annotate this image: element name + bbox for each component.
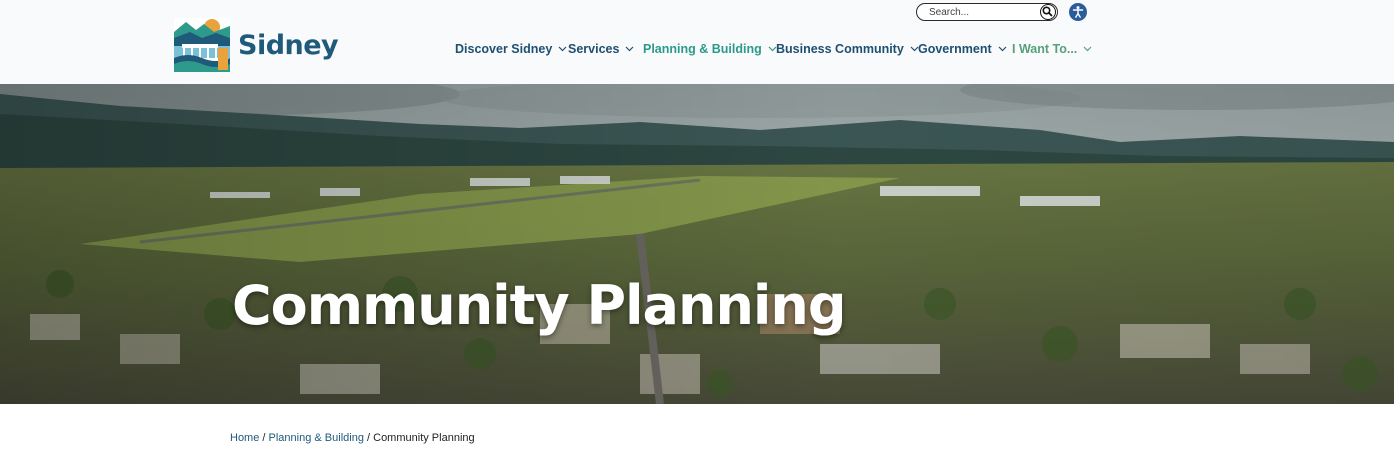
search-input[interactable] xyxy=(929,5,1029,19)
search-box xyxy=(916,3,1058,21)
breadcrumb-current: Community Planning xyxy=(373,432,475,444)
breadcrumb-separator: / xyxy=(367,432,371,444)
nav-item-i-want-to[interactable]: I Want To... xyxy=(1012,42,1092,56)
accessibility-icon xyxy=(1072,6,1084,18)
breadcrumb-separator: / xyxy=(262,432,266,444)
chevron-down-icon xyxy=(626,46,634,52)
site-header: Sidney Discover Sidney Services Planning… xyxy=(0,0,1394,84)
nav-item-label: Government xyxy=(918,42,992,56)
search-icon xyxy=(1042,6,1053,17)
nav-item-planning-building[interactable]: Planning & Building xyxy=(643,42,777,56)
nav-item-label: Planning & Building xyxy=(643,42,762,56)
chevron-down-icon xyxy=(558,46,567,52)
nav-item-discover-sidney[interactable]: Discover Sidney xyxy=(455,42,567,56)
nav-item-business-community[interactable]: Business Community xyxy=(776,42,919,56)
hero-banner: Community Planning xyxy=(0,84,1394,404)
nav-item-label: Services xyxy=(568,42,620,56)
search-button[interactable] xyxy=(1040,4,1056,20)
page-title: Community Planning xyxy=(232,274,846,337)
nav-item-services[interactable]: Services xyxy=(568,42,634,56)
breadcrumb: Home / Planning & Building / Community P… xyxy=(230,432,475,444)
nav-item-government[interactable]: Government xyxy=(918,42,1007,56)
breadcrumb-home-link[interactable]: Home xyxy=(230,432,259,444)
chevron-down-icon xyxy=(1083,46,1092,52)
nav-item-label: Business Community xyxy=(776,42,904,56)
main-nav: Discover Sidney Services Planning & Buil… xyxy=(0,42,1394,60)
chevron-down-icon xyxy=(998,46,1007,52)
accessibility-button[interactable] xyxy=(1069,3,1087,21)
hero-aerial-image xyxy=(0,84,1394,404)
breadcrumb-planning-link[interactable]: Planning & Building xyxy=(269,432,364,444)
nav-item-label: Discover Sidney xyxy=(455,42,553,56)
nav-item-label: I Want To... xyxy=(1012,42,1078,56)
